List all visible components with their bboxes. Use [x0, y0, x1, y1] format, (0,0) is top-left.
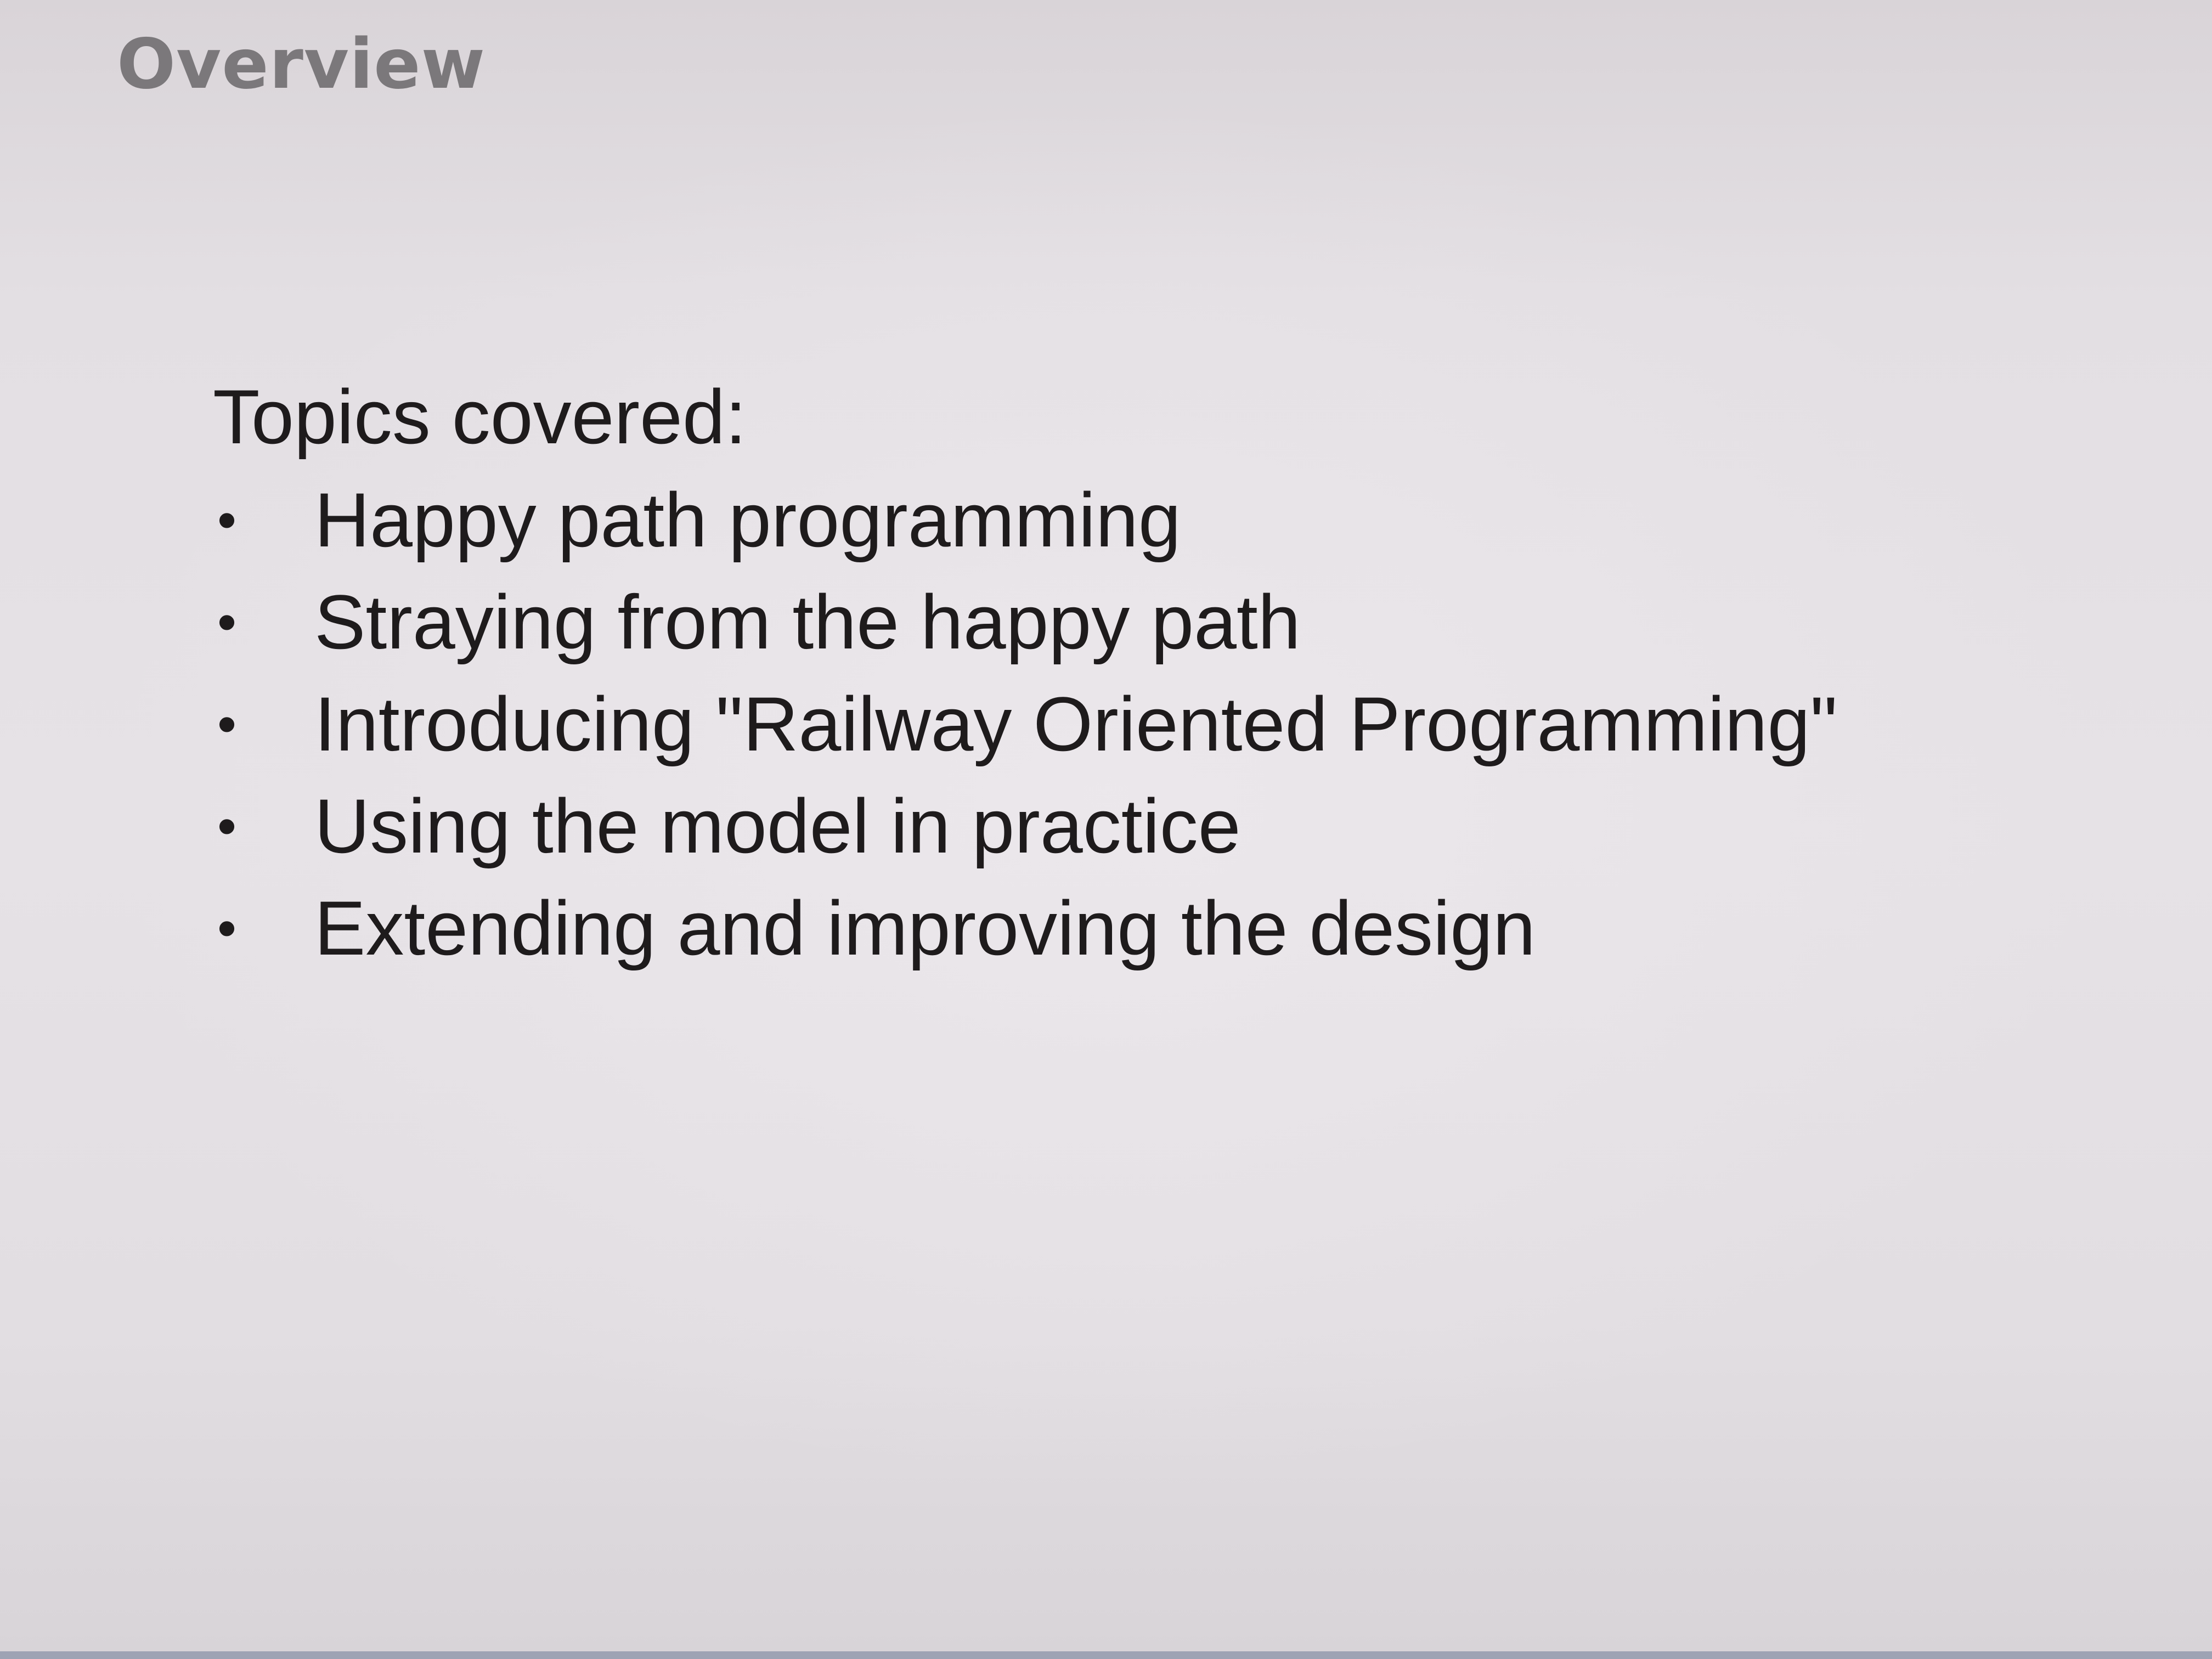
- topic-item: • Happy path programming: [213, 469, 1837, 571]
- topic-text: Introducing "Railway Oriented Programmin…: [314, 681, 1838, 767]
- slide-title: Overview: [117, 24, 486, 104]
- topics-heading: Topics covered:: [213, 374, 747, 460]
- screen-bottom-edge: [0, 1651, 2212, 1659]
- topic-item: • Using the model in practice: [213, 775, 1837, 877]
- bullet-icon: •: [217, 591, 237, 653]
- bullet-icon: •: [217, 795, 237, 857]
- slide-content: Topics covered: • Happy path programming…: [213, 365, 1837, 979]
- topic-item: • Straying from the happy path: [213, 571, 1837, 673]
- topic-text: Using the model in practice: [314, 783, 1241, 869]
- topic-text: Straying from the happy path: [314, 579, 1301, 665]
- topic-text: Extending and improving the design: [314, 885, 1536, 971]
- bullet-icon: •: [217, 693, 237, 755]
- topic-list: • Happy path programming • Straying from…: [213, 469, 1837, 979]
- topic-item: • Extending and improving the design: [213, 877, 1837, 979]
- slide: Overview Topics covered: • Happy path pr…: [0, 0, 2212, 1659]
- topic-text: Happy path programming: [314, 477, 1181, 563]
- bullet-icon: •: [217, 898, 237, 959]
- bullet-icon: •: [217, 489, 237, 551]
- topic-item: • Introducing "Railway Oriented Programm…: [213, 673, 1837, 775]
